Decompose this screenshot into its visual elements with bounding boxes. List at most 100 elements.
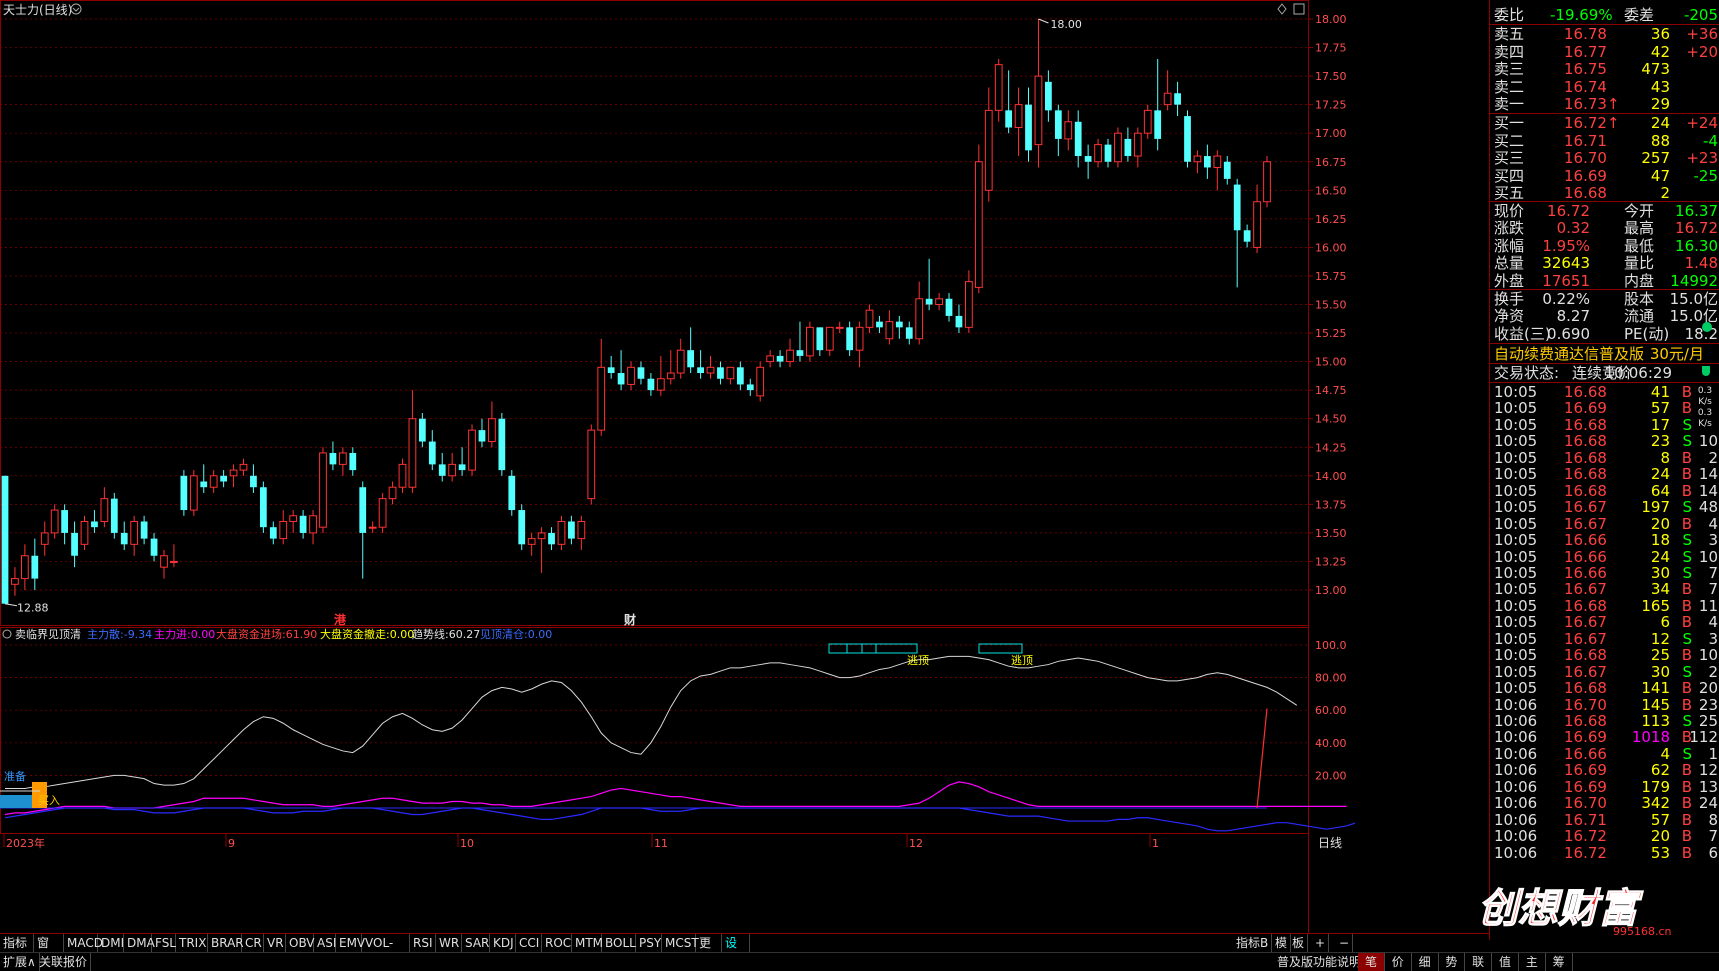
indicator-tab[interactable]: CR [242, 934, 264, 952]
tick-time: 10:05 [1494, 679, 1538, 698]
watermark-logo: 创想财富 995168.cn [1478, 885, 1672, 938]
bottom-left-item[interactable]: 扩展∧ [0, 953, 40, 971]
quote-panel-tab[interactable]: 主 [1519, 953, 1546, 971]
candle [428, 430, 436, 471]
indicator-tab-right[interactable]: − [1336, 934, 1354, 952]
candle-body [359, 487, 367, 533]
tick-price: 16.72 [1564, 843, 1607, 862]
candle-body [368, 526, 377, 529]
time-axis-label: 9 [228, 837, 235, 850]
buy-level-volume: 2 [1660, 184, 1670, 203]
candle [548, 527, 555, 551]
indicator-tab[interactable]: 更多 [696, 934, 722, 968]
buy-level-label: 买二 [1494, 131, 1525, 150]
candle [170, 544, 178, 568]
window-restore-icon[interactable] [1293, 3, 1305, 15]
tick-side: S [1682, 712, 1692, 730]
indicator-tab[interactable]: ROC [542, 934, 572, 952]
candle [766, 350, 775, 368]
indicator-tab[interactable]: PSY [636, 934, 662, 952]
tick-time: 10:06 [1494, 695, 1538, 714]
indicator-tab[interactable]: MTM [572, 934, 603, 952]
quote-panel-tab[interactable]: 联 [1465, 953, 1493, 971]
candle-body [1163, 92, 1172, 106]
candle-body [726, 366, 735, 380]
tick-price: 16.68 [1564, 481, 1607, 500]
indicator-tab[interactable]: SAR [462, 934, 490, 952]
tick-row: 10:05 16.68 165 B 11 [1490, 597, 1719, 615]
candle [269, 521, 277, 545]
indicator-tab-right[interactable]: 指标B [1233, 934, 1273, 952]
candle [438, 452, 446, 482]
indicator-tab[interactable]: 窗口 [34, 934, 64, 968]
sell-level-volume: 473 [1641, 60, 1670, 79]
indicator-tab[interactable]: MACD [64, 934, 103, 952]
candle [279, 510, 288, 545]
candle [806, 321, 814, 362]
tick-price: 16.68 [1564, 596, 1607, 615]
indicator-tab[interactable]: RSI [410, 934, 436, 952]
indicator-tab[interactable]: BRAR [208, 934, 244, 952]
sell-level-volume: 36 [1650, 25, 1670, 43]
candle-body [855, 326, 864, 351]
indicator-tab[interactable]: DMI [98, 934, 124, 952]
version-help-link[interactable]: 普及版功能说明 [1274, 953, 1366, 971]
kline-chart-svg[interactable]: 逃顶 逃顶准备买入 18.00 17.75 17.50 17.25 17.00 16.75 1… [0, 0, 1355, 933]
indicator-tab[interactable]: ASI [314, 934, 336, 952]
indicator-tab[interactable]: VOL-TDX [362, 934, 410, 968]
candle-body [915, 298, 924, 340]
bottom-left-item[interactable]: 关联报价 [36, 953, 92, 971]
tick-price: 16.67 [1564, 580, 1607, 599]
indicator-tab[interactable]: VR [264, 934, 286, 952]
tick-price: 16.66 [1564, 547, 1607, 566]
indicator-tab[interactable]: FSL [152, 934, 176, 952]
quote-panel-tab[interactable]: 价 [1385, 953, 1412, 971]
quote-panel-tab[interactable]: 势 [1438, 953, 1466, 971]
candle [1034, 19, 1043, 168]
candle-body [825, 326, 834, 351]
tick-price: 16.70 [1564, 695, 1607, 714]
price-axis-label: 13.75 [1315, 498, 1347, 511]
tick-price: 16.66 [1564, 563, 1607, 582]
indicator-tab[interactable]: CCI [516, 934, 542, 952]
stat-label: 涨跌 [1494, 219, 1525, 238]
tick-volume: 17 [1650, 415, 1670, 434]
candle-body [1045, 81, 1052, 111]
indicator-value-number: 0.00 [528, 628, 553, 641]
escape-top-signal-2: 逃顶 [1011, 654, 1033, 667]
indicator-tab[interactable]: OBV [286, 934, 315, 952]
kline-chart-area[interactable]: 逃顶 逃顶 准备 买入 18.00 17.75 17.50 17.25 17.00 16.75 1… [0, 0, 1489, 940]
candle [597, 338, 606, 436]
speed-indicator-value: K/s [1698, 397, 1712, 407]
indicator-tab[interactable]: DMA [124, 934, 155, 952]
tick-count: 7 [1708, 563, 1718, 582]
tick-price: 16.68 [1564, 679, 1607, 698]
indicator-tab[interactable]: KDJ [490, 934, 516, 952]
tick-time: 10:06 [1494, 843, 1538, 862]
candle-body [279, 520, 288, 540]
candle-body [448, 463, 457, 477]
quote-panel-tab[interactable]: 值 [1492, 953, 1519, 971]
candle-body [100, 498, 109, 522]
candle-body [1074, 121, 1082, 157]
time-axis-label: 10 [460, 837, 474, 850]
indicator-tab[interactable]: BOLL [602, 934, 636, 952]
indicator-tab[interactable]: MCST [662, 934, 699, 952]
quote-panel-tab[interactable]: 笔 [1358, 953, 1385, 971]
indicator-tab[interactable]: 设置 [722, 934, 750, 968]
quote-panel-tab[interactable]: 细 [1412, 953, 1439, 971]
indicator-tab[interactable]: EMV [336, 934, 365, 952]
tick-time: 10:05 [1494, 547, 1538, 566]
quote-panel-tab[interactable]: 筹 [1546, 953, 1573, 971]
indicator-tab-right[interactable]: + [1312, 934, 1330, 952]
indicator-tab[interactable]: TRIX [176, 934, 208, 952]
candle [1005, 70, 1013, 134]
candle-body [11, 578, 19, 585]
indicator-tab[interactable]: 指标A [0, 934, 34, 968]
diamond-icon[interactable] [1277, 3, 1287, 15]
tick-time: 10:06 [1494, 827, 1538, 846]
indicator-tab-right[interactable]: 板 [1289, 934, 1309, 952]
candle-body [50, 509, 59, 534]
indicator-value: 主力进:0.00 [154, 628, 215, 641]
indicator-tab[interactable]: WR [436, 934, 462, 952]
